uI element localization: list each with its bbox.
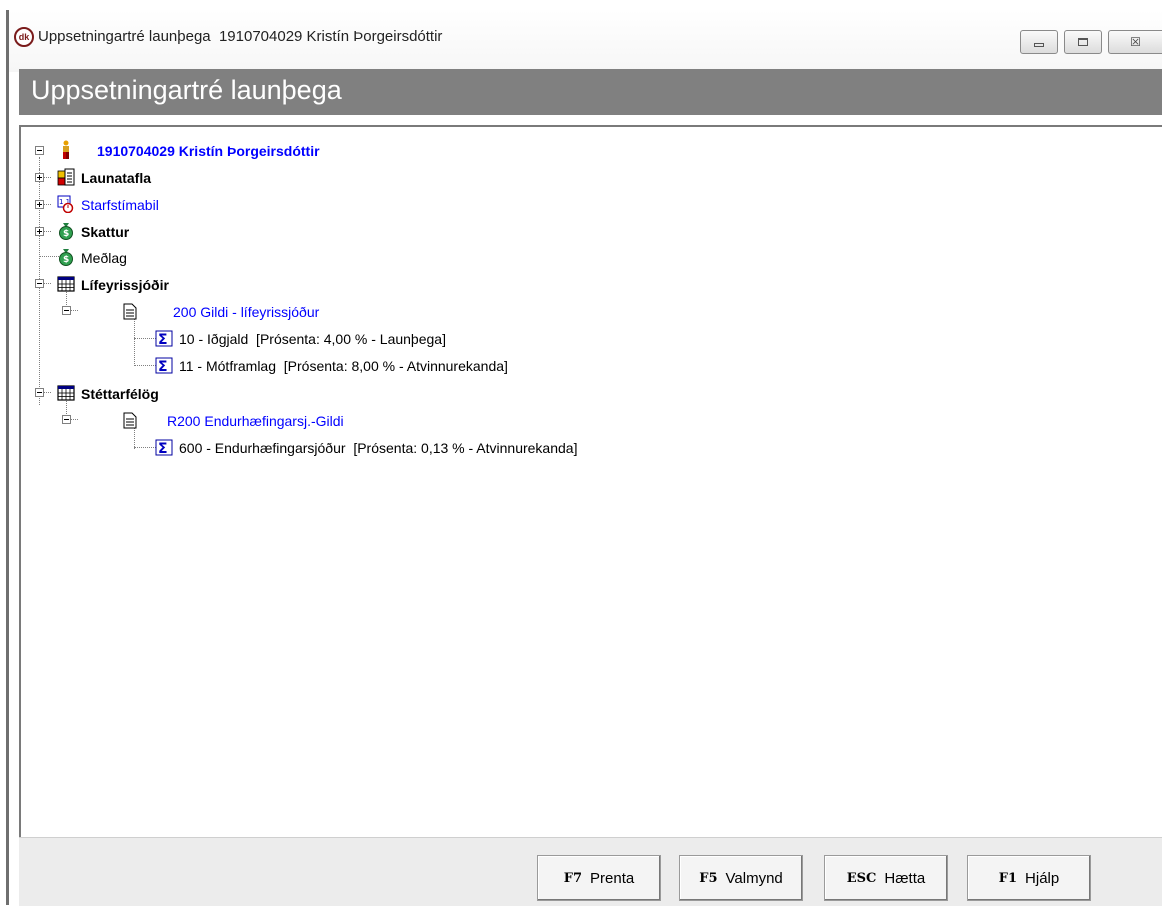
collapse-toggle-lifeyrissjodir[interactable]: [35, 279, 44, 288]
shortcut-key: F1: [998, 870, 1018, 886]
page-title: Uppsetningartré launþega: [31, 75, 342, 105]
tree-node-lifeyrissjodir[interactable]: Lífeyrissjóðir: [77, 275, 169, 295]
maximize-icon: [1078, 38, 1088, 46]
page-header: Uppsetningartré launþega: [19, 69, 1162, 115]
window-title: Uppsetningartré launþega 1910704029 Kris…: [38, 28, 443, 45]
tree-connector: [134, 338, 156, 339]
window-left-border: [6, 10, 9, 905]
expand-toggle-launatafla[interactable]: [35, 173, 44, 182]
sigma-icon: Σ: [155, 438, 173, 456]
tree-node-label: Lífeyrissjóðir: [81, 277, 169, 293]
setup-tree[interactable]: 1 1 $ $ Σ Σ Σ 1910704029 Kristín Þorgeir…: [19, 125, 1162, 837]
button-label: Valmynd: [725, 869, 783, 887]
tree-node-label: Stéttarfélög: [81, 386, 159, 402]
calendar-period-icon: 1 1: [57, 195, 75, 213]
close-icon: ☒: [1130, 35, 1141, 49]
tree-node-lif-item1[interactable]: 10 - Iðgjald [Prósenta: 4,00 % - Launþeg…: [175, 329, 446, 349]
button-label: Hjálp: [1025, 869, 1060, 887]
svg-text:Σ: Σ: [158, 359, 168, 374]
tree-connector: [134, 365, 156, 366]
document-icon: [121, 302, 139, 320]
tree-node-label: 11 - Mótframlag [Prósenta: 8,00 % - Atvi…: [179, 358, 508, 374]
grid-table-icon: [57, 384, 75, 402]
svg-text:Σ: Σ: [158, 441, 168, 456]
window-top-edge: [0, 0, 1162, 10]
tree-node-label: 10 - Iðgjald [Prósenta: 4,00 % - Launþeg…: [179, 331, 446, 347]
tree-node-launatafla[interactable]: Launatafla: [77, 168, 151, 188]
tree-node-stett-group[interactable]: R200 Endurhæfingarsj.-Gildi: [163, 411, 344, 431]
tree-node-lif-item2[interactable]: 11 - Mótframlag [Prósenta: 8,00 % - Atvi…: [175, 356, 508, 376]
tree-node-label: Launatafla: [81, 170, 152, 186]
tree-connector: [39, 157, 40, 169]
collapse-toggle-lif-group[interactable]: [62, 306, 71, 315]
tree-connector: [134, 319, 135, 366]
maximize-button[interactable]: [1064, 30, 1102, 54]
minimize-button[interactable]: [1020, 30, 1058, 54]
shortcut-key: F7: [563, 870, 583, 886]
svg-text:$: $: [63, 255, 69, 265]
collapse-toggle-stett-group[interactable]: [62, 415, 71, 424]
button-label: Hætta: [884, 869, 926, 887]
collapse-toggle-stettarfelog[interactable]: [35, 388, 44, 397]
close-button[interactable]: ☒: [1108, 30, 1162, 54]
shortcut-key: F5: [699, 870, 718, 886]
tree-node-root[interactable]: 1910704029 Kristín Þorgeirsdóttir: [97, 141, 320, 161]
tree-node-label: Starfstímabil: [81, 197, 159, 213]
menu-button[interactable]: F5 Valmynd: [679, 855, 803, 901]
minimize-icon: [1034, 43, 1044, 47]
tree-node-skattur[interactable]: Skattur: [77, 222, 129, 242]
tree-node-label: Skattur: [81, 224, 130, 240]
expand-toggle-starfstimabil[interactable]: [35, 200, 44, 209]
shortcut-key: ESC: [846, 870, 877, 886]
pay-table-icon: [57, 168, 75, 186]
svg-text:Σ: Σ: [158, 332, 168, 347]
tree-node-stettarfelog[interactable]: Stéttarfélög: [77, 384, 159, 404]
tree-node-medlag[interactable]: Meðlag: [77, 248, 127, 268]
tree-node-label: 200 Gildi - lífeyrissjóður: [173, 304, 320, 320]
footer-toolbar: F7 Prenta F5 Valmynd ESC Hætta F1 Hjálp: [19, 837, 1162, 906]
tree-node-label: Meðlag: [81, 250, 127, 266]
collapse-toggle-root[interactable]: [35, 146, 44, 155]
app-logo-icon: dk: [14, 27, 34, 47]
tree-connector: [134, 447, 156, 448]
quit-button[interactable]: ESC Hætta: [824, 855, 948, 901]
button-label: Prenta: [590, 869, 635, 887]
tree-node-label: 600 - Endurhæfingarsjóður [Prósenta: 0,1…: [179, 440, 578, 456]
grid-table-icon: [57, 275, 75, 293]
sigma-icon: Σ: [155, 329, 173, 347]
tree-node-label: R200 Endurhæfingarsj.-Gildi: [167, 413, 344, 429]
sigma-icon: Σ: [155, 356, 173, 374]
tree-node-starfstimabil[interactable]: Starfstímabil: [77, 195, 159, 215]
tree-node-stett-item1[interactable]: 600 - Endurhæfingarsjóður [Prósenta: 0,1…: [175, 438, 577, 458]
print-button[interactable]: F7 Prenta: [537, 855, 661, 901]
money-bag-icon: $: [57, 222, 75, 240]
money-bag-icon: $: [57, 248, 75, 266]
tree-connector: [134, 428, 135, 449]
expand-toggle-skattur[interactable]: [35, 227, 44, 236]
tree-node-lif-group[interactable]: 200 Gildi - lífeyrissjóður: [169, 302, 319, 322]
tree-node-label: 1910704029 Kristín Þorgeirsdóttir: [97, 143, 320, 159]
person-icon: [57, 140, 75, 159]
help-button[interactable]: F1 Hjálp: [967, 855, 1091, 901]
document-icon: [121, 411, 139, 429]
svg-text:$: $: [63, 229, 69, 239]
